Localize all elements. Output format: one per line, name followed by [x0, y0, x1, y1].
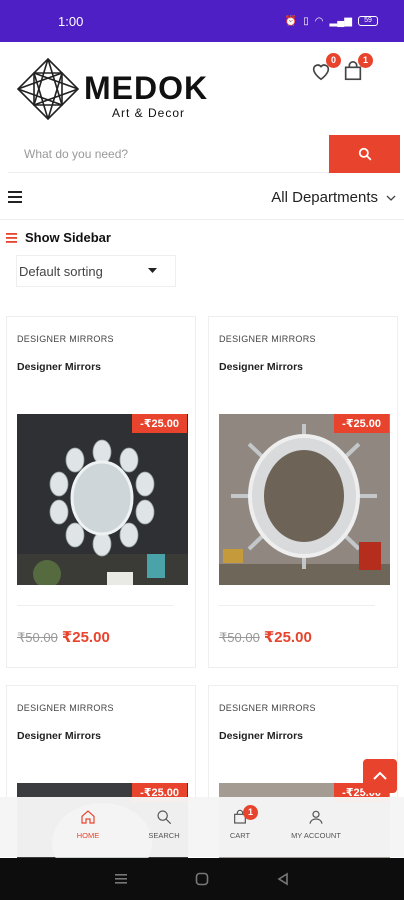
tab-search[interactable]: SEARCH: [132, 797, 196, 857]
product-card[interactable]: DESIGNER MIRRORS Designer Mirrors -₹25.0…: [208, 316, 398, 668]
product-image[interactable]: [17, 414, 188, 585]
system-nav-bar: [0, 858, 404, 900]
product-price: ₹50.00 ₹25.00: [17, 628, 110, 646]
logo-diamond-icon: [16, 57, 80, 121]
product-title[interactable]: Designer Mirrors: [219, 730, 303, 742]
account-icon: [309, 810, 323, 824]
brand-name: MEDOK: [84, 70, 209, 106]
battery-icon: 59: [358, 16, 378, 26]
caret-down-icon: [148, 268, 157, 273]
product-title[interactable]: Designer Mirrors: [219, 361, 303, 373]
tab-account-label: MY ACCOUNT: [291, 831, 341, 840]
status-icons: ⏰ ▯ ◠ ▂▄▆ 59: [285, 16, 378, 27]
app-header: MEDOK Art & Decor 0 1: [0, 42, 404, 134]
show-sidebar-toggle[interactable]: Show Sidebar: [6, 230, 111, 245]
sale-price: ₹25.00: [61, 629, 110, 646]
card-divider: [17, 605, 173, 606]
product-category: DESIGNER MIRRORS: [17, 334, 114, 344]
wifi-icon: ◠: [314, 15, 324, 27]
search-button[interactable]: [329, 135, 400, 173]
sale-price: ₹25.00: [263, 629, 312, 646]
product-title[interactable]: Designer Mirrors: [17, 730, 101, 742]
card-divider: [219, 605, 375, 606]
product-category: DESIGNER MIRRORS: [219, 703, 316, 713]
tab-search-label: SEARCH: [148, 831, 180, 840]
product-price: ₹50.00 ₹25.00: [219, 628, 312, 646]
search-icon: [358, 147, 371, 161]
tab-cart[interactable]: 1 CART: [208, 797, 272, 857]
chevron-down-icon: [386, 195, 396, 201]
departments-bar: All Departments: [0, 176, 404, 220]
status-time: 1:00: [58, 13, 84, 29]
cart-count-badge: 1: [358, 53, 373, 68]
wishlist-count-badge: 0: [326, 53, 341, 68]
wishlist-button[interactable]: 0: [310, 53, 341, 82]
home-nav-icon[interactable]: [195, 872, 209, 886]
search-bar: What do you need?: [8, 135, 400, 173]
product-image[interactable]: [219, 414, 390, 585]
sorting-value: Default sorting: [19, 263, 103, 279]
scroll-to-top-button[interactable]: [363, 759, 397, 793]
signal-icon: ▂▄▆: [329, 15, 352, 27]
vibrate-icon: ▯: [303, 15, 309, 27]
brand-tagline: Art & Decor: [112, 106, 186, 120]
old-price: ₹50.00: [219, 630, 260, 645]
departments-label: All Departments: [271, 189, 378, 206]
home-icon: [81, 810, 95, 824]
product-title[interactable]: Designer Mirrors: [17, 361, 101, 373]
sorting-select[interactable]: Default sorting: [16, 255, 176, 287]
product-category: DESIGNER MIRRORS: [17, 703, 114, 713]
search-input[interactable]: What do you need?: [8, 135, 329, 173]
list-icon: [6, 232, 17, 243]
hamburger-menu-icon[interactable]: [8, 191, 22, 203]
tab-account[interactable]: MY ACCOUNT: [284, 797, 348, 857]
departments-dropdown[interactable]: All Departments: [271, 189, 396, 206]
tab-cart-badge: 1: [243, 805, 258, 820]
discount-badge: -₹25.00: [334, 414, 389, 433]
old-price: ₹50.00: [17, 630, 58, 645]
recent-apps-icon[interactable]: [114, 872, 128, 886]
chevron-up-icon: [373, 771, 387, 780]
product-category: DESIGNER MIRRORS: [219, 334, 316, 344]
show-sidebar-label: Show Sidebar: [25, 230, 111, 245]
discount-badge: -₹25.00: [132, 414, 187, 433]
tab-home[interactable]: HOME: [56, 797, 120, 857]
bottom-tab-bar: HOME SEARCH 1 CART MY ACCOUNT: [0, 797, 404, 857]
tab-cart-label: CART: [229, 831, 251, 840]
back-icon[interactable]: [276, 872, 290, 886]
tab-home-label: HOME: [76, 831, 100, 840]
search-icon: [157, 810, 172, 825]
product-card[interactable]: DESIGNER MIRRORS Designer Mirrors -₹25.0…: [6, 316, 196, 668]
alarm-icon: ⏰: [284, 15, 298, 27]
status-bar: 1:00 ⏰ ▯ ◠ ▂▄▆ 59: [0, 0, 404, 42]
cart-button[interactable]: 1: [342, 53, 373, 82]
